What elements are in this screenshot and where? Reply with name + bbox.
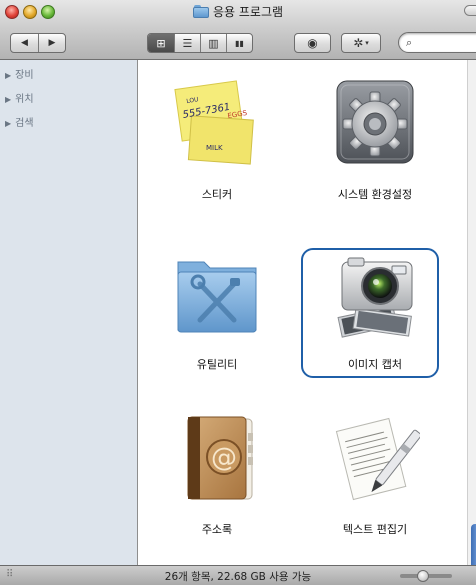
search-icon: ⌕: [406, 36, 413, 49]
app-label: 스티커: [201, 188, 233, 201]
applications-folder-icon: [192, 5, 209, 18]
action-menu-button[interactable]: ✲ ▾: [341, 33, 381, 53]
back-arrow-icon: ◀: [21, 38, 28, 48]
sidebar-section-search[interactable]: ▶ 검색: [5, 114, 34, 129]
disclosure-triangle-icon[interactable]: ▶: [5, 119, 11, 128]
nav-button-group: ◀ ▶: [10, 33, 66, 53]
view-mode-group: ⊞ ☰ ▥ ▮▮: [147, 33, 253, 53]
utilities-folder-icon: [172, 248, 262, 338]
sidebar: ▶ 장비 ▶ 위치 ▶ 검색: [0, 60, 138, 565]
app-utilities-folder[interactable]: 유틸리티: [147, 248, 287, 378]
sidebar-section-label: 위치: [15, 94, 34, 105]
forward-button[interactable]: ▶: [37, 34, 65, 52]
coverflow-view-button[interactable]: ▮▮: [225, 34, 252, 52]
status-bar: ⠿ 26개 항목, 22.68 GB 사용 가능: [0, 565, 476, 585]
app-label: 텍스트 편집기: [342, 523, 408, 536]
sidebar-section-places[interactable]: ▶ 위치: [5, 90, 34, 105]
icon-view-icon: ⊞: [156, 36, 166, 50]
app-label: 시스템 환경설정: [337, 188, 413, 201]
system-preferences-icon: [330, 78, 420, 168]
app-system-preferences[interactable]: 시스템 환경설정: [305, 78, 445, 208]
disclosure-triangle-icon[interactable]: ▶: [5, 95, 11, 104]
app-textedit[interactable]: 텍스트 편집기: [305, 413, 445, 543]
chevron-down-icon: ▾: [365, 39, 369, 47]
stickies-icon: LOU 555-7361 EGGS MILK: [172, 78, 262, 168]
app-label: 주소록: [201, 523, 233, 536]
sidebar-section-label: 검색: [15, 118, 34, 129]
gear-icon: ✲: [353, 36, 364, 50]
list-view-icon: ☰: [182, 36, 193, 50]
address-book-icon: @: [172, 413, 262, 503]
app-address-book[interactable]: @ 주소록: [147, 413, 287, 543]
image-capture-icon: [330, 248, 420, 338]
svg-text:MILK: MILK: [206, 144, 223, 152]
column-view-icon: ▥: [208, 36, 219, 50]
column-view-button[interactable]: ▥: [199, 34, 226, 52]
coverflow-view-icon: ▮▮: [235, 38, 244, 48]
svg-text:@: @: [211, 443, 237, 473]
app-image-capture[interactable]: 이미지 캡처: [305, 248, 445, 378]
app-stickies[interactable]: LOU 555-7361 EGGS MILK 스티커: [147, 78, 287, 208]
window-title: 응용 프로그램: [212, 5, 284, 19]
finder-window: 응용 프로그램 ◀ ▶ ⊞ ☰ ▥ ▮▮ ◉ ✲ ▾ ⌕ ▶ 장비 ▶ 위치 ▶…: [0, 0, 476, 585]
vertical-scrollbar[interactable]: [467, 60, 476, 585]
app-label: 유틸리티: [196, 358, 238, 371]
app-label: 이미지 캡처: [347, 358, 403, 371]
list-view-button[interactable]: ☰: [173, 34, 200, 52]
toolbar: 응용 프로그램 ◀ ▶ ⊞ ☰ ▥ ▮▮ ◉ ✲ ▾ ⌕: [0, 0, 476, 60]
icon-size-slider-thumb[interactable]: [417, 570, 429, 582]
textedit-icon: [330, 413, 422, 503]
eye-icon: ◉: [307, 36, 318, 50]
disclosure-triangle-icon[interactable]: ▶: [5, 71, 11, 80]
sidebar-section-label: 장비: [15, 70, 34, 81]
title-bar: 응용 프로그램: [0, 3, 476, 21]
toolbar-toggle-button[interactable]: [464, 5, 476, 16]
search-field[interactable]: ⌕: [398, 32, 476, 53]
forward-arrow-icon: ▶: [48, 38, 56, 48]
icon-view-button[interactable]: ⊞: [148, 34, 174, 52]
sidebar-section-devices[interactable]: ▶ 장비: [5, 66, 34, 81]
back-button[interactable]: ◀: [11, 34, 38, 52]
quick-look-button[interactable]: ◉: [294, 33, 331, 53]
